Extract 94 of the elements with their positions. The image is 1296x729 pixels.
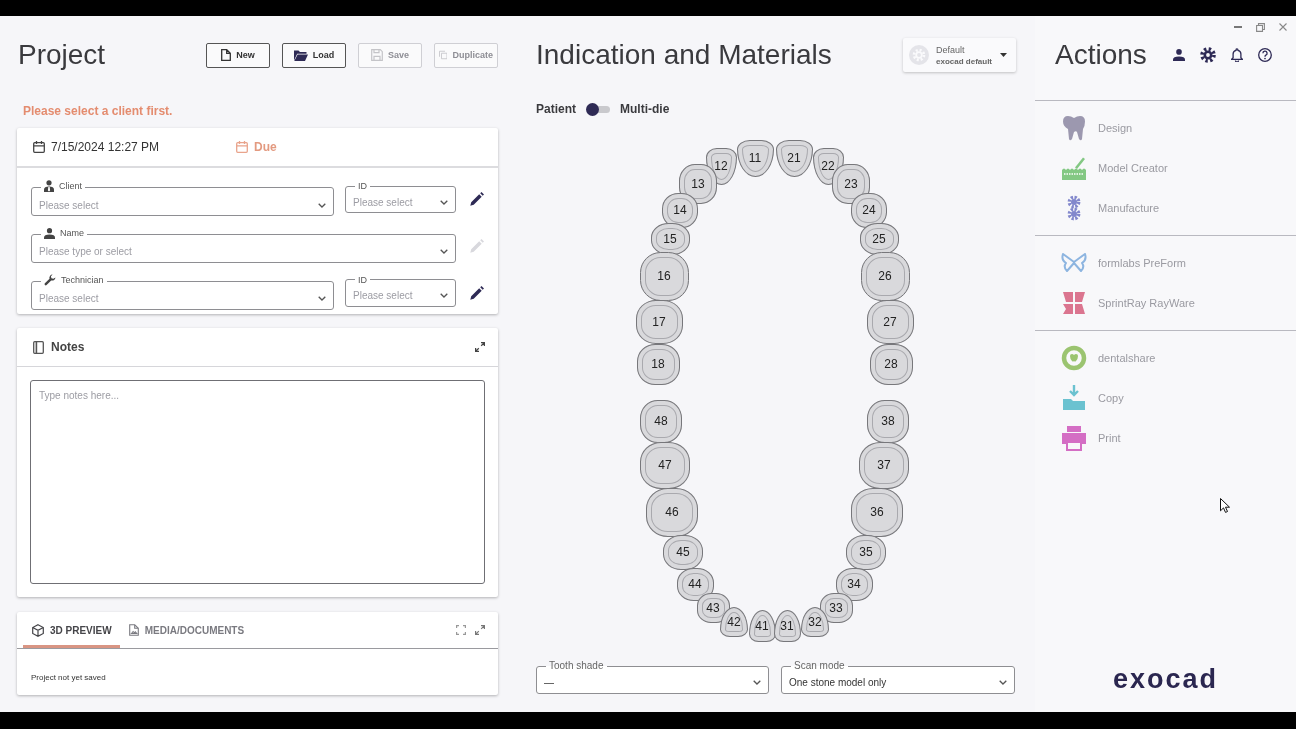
expand-icon[interactable] <box>475 342 485 352</box>
tooth-icon <box>1062 115 1086 141</box>
model-base-icon <box>1061 155 1087 181</box>
tooth[interactable]: 25 <box>859 223 899 255</box>
select-field[interactable]: Scan mode One stone model only <box>781 660 1015 694</box>
tiles-icon <box>1061 290 1087 316</box>
chevron-down-icon <box>440 249 448 254</box>
field-label: Name <box>60 227 84 239</box>
pencil-icon[interactable] <box>470 285 484 300</box>
tooth[interactable]: 27 <box>866 300 914 344</box>
tooth[interactable]: 31 <box>773 610 801 642</box>
printer-icon <box>1061 425 1087 451</box>
tooth[interactable]: 38 <box>867 399 909 443</box>
select-field[interactable]: Name Please type or select <box>31 227 456 263</box>
tooth[interactable]: 15 <box>650 223 690 255</box>
tooth[interactable]: 34 <box>835 567 873 601</box>
calendar-icon <box>33 141 45 153</box>
chevron-down-icon <box>753 680 761 685</box>
pencil-icon[interactable] <box>470 192 484 206</box>
tooth[interactable]: 13 <box>679 164 717 204</box>
ring-icon <box>1061 345 1087 371</box>
tooth[interactable]: 35 <box>846 534 886 570</box>
document-icon <box>221 49 232 61</box>
tab[interactable]: MEDIA/DOCUMENTS <box>119 612 253 648</box>
chevron-down-icon <box>318 202 326 208</box>
bell-icon[interactable] <box>1231 48 1243 62</box>
mode-label: Patient <box>536 102 576 116</box>
expand-icon[interactable] <box>475 625 485 635</box>
tooth[interactable]: 24 <box>851 192 887 228</box>
field-label: ID <box>358 180 367 192</box>
chevron-down-icon <box>440 199 448 205</box>
tooth[interactable]: 28 <box>869 343 913 385</box>
select-field[interactable]: Client Please select <box>31 180 334 216</box>
settings-icon[interactable] <box>1200 47 1216 63</box>
help-icon[interactable] <box>1258 48 1272 62</box>
field-label: ID <box>358 273 367 286</box>
restore-icon[interactable] <box>1256 22 1265 32</box>
caret-down-icon <box>1000 53 1007 57</box>
close-icon[interactable] <box>1279 23 1287 31</box>
user-icon[interactable] <box>1173 49 1185 61</box>
warning-message: Please select a client first. <box>23 103 174 119</box>
app-logo: exocad <box>1112 665 1218 693</box>
chevron-down-icon <box>440 293 448 298</box>
toggle-switch[interactable] <box>586 102 610 116</box>
created-date: 7/15/2024 12:27 PM <box>51 140 160 154</box>
tooth[interactable]: 26 <box>860 251 910 301</box>
chevron-down-icon <box>318 296 326 301</box>
tooth[interactable]: 46 <box>646 487 698 537</box>
copy-icon <box>439 49 448 61</box>
cube-icon <box>32 623 44 637</box>
tooth[interactable]: 48 <box>640 399 682 443</box>
tooth[interactable]: 11 <box>736 139 774 177</box>
preset-dropdown[interactable]: Default exocad default <box>903 38 1016 72</box>
panel-title: Project <box>18 38 106 72</box>
tooth[interactable]: 42 <box>720 607 748 637</box>
document-icon <box>128 624 139 636</box>
notes-field[interactable]: Type notes here... <box>30 380 485 584</box>
field-label: Technician <box>61 273 104 286</box>
tooth[interactable]: 47 <box>640 441 690 489</box>
download-tray-icon <box>1061 385 1087 411</box>
field-label: Tooth shade <box>549 660 604 672</box>
status-text: Project not yet saved <box>31 673 106 682</box>
calendar-icon <box>236 141 248 153</box>
panel-title: Indication and Materials <box>536 38 832 72</box>
wrench-icon <box>44 273 56 286</box>
panel-title: Actions <box>1055 38 1147 72</box>
fullscreen-icon[interactable] <box>456 625 466 635</box>
tooth[interactable]: 37 <box>859 441 909 489</box>
card-title: Notes <box>51 340 85 354</box>
notebook-icon <box>33 340 44 354</box>
person-icon <box>44 227 55 239</box>
tooth[interactable]: 41 <box>748 610 776 642</box>
tooth[interactable]: 14 <box>662 192 698 228</box>
tooth[interactable]: 18 <box>636 343 680 385</box>
tooth[interactable]: 44 <box>676 567 714 601</box>
select-field[interactable]: Technician Please select <box>31 273 334 310</box>
field-label: Scan mode <box>794 660 845 672</box>
tooth[interactable]: 21 <box>775 139 813 177</box>
select-field[interactable]: ID Please select <box>345 180 456 213</box>
field-label: Client <box>59 180 82 192</box>
new-button[interactable]: New <box>206 42 270 68</box>
tooth[interactable]: 45 <box>663 534 703 570</box>
select-field[interactable]: Tooth shade — <box>536 660 769 694</box>
load-button[interactable]: Load <box>282 42 346 68</box>
cursor-icon <box>1220 498 1230 513</box>
folder-icon <box>293 49 308 61</box>
tooth[interactable]: 32 <box>801 607 829 637</box>
tooth[interactable]: 16 <box>639 251 689 301</box>
person-badge-icon <box>44 180 54 192</box>
tab[interactable]: 3D PREVIEW <box>23 612 120 648</box>
mode-label: Multi-die <box>620 102 670 116</box>
tooth[interactable]: 36 <box>851 487 903 537</box>
tooth[interactable]: 17 <box>635 300 683 344</box>
chevron-down-icon <box>999 680 1007 685</box>
